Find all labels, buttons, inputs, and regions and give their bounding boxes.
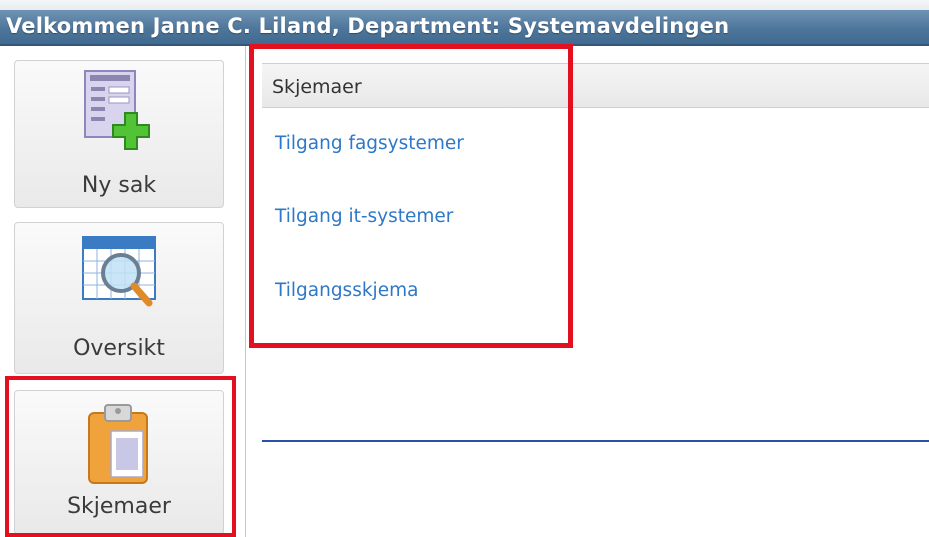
panel-title: Skjemaer: [272, 76, 362, 98]
new-case-icon: [81, 69, 157, 153]
oversikt-label: Oversikt: [73, 336, 165, 361]
sidebar-nav: Ny sak Oversikt Skjemaer: [0, 46, 246, 537]
ny-sak-button[interactable]: Ny sak: [14, 60, 224, 208]
page-header: Velkommen Janne C. Liland, Department: S…: [0, 10, 929, 46]
window-top-strip: [0, 0, 929, 10]
ny-sak-label: Ny sak: [81, 173, 157, 198]
skjemaer-panel-header: Skjemaer: [262, 63, 929, 108]
link-tilgang-fagsystemer[interactable]: Tilgang fagsystemer: [275, 133, 464, 154]
oversikt-button[interactable]: Oversikt: [14, 222, 224, 374]
calendar-search-icon: [81, 229, 157, 313]
skjemaer-label: Skjemaer: [67, 494, 171, 519]
welcome-title: Velkommen Janne C. Liland, Department: S…: [6, 14, 730, 38]
skjemaer-button[interactable]: Skjemaer: [14, 390, 224, 535]
content-divider: [262, 440, 929, 442]
clipboard-icon: [81, 403, 157, 487]
link-tilgang-it-systemer[interactable]: Tilgang it-systemer: [275, 206, 453, 227]
link-tilgangsskjema[interactable]: Tilgangsskjema: [275, 280, 418, 301]
